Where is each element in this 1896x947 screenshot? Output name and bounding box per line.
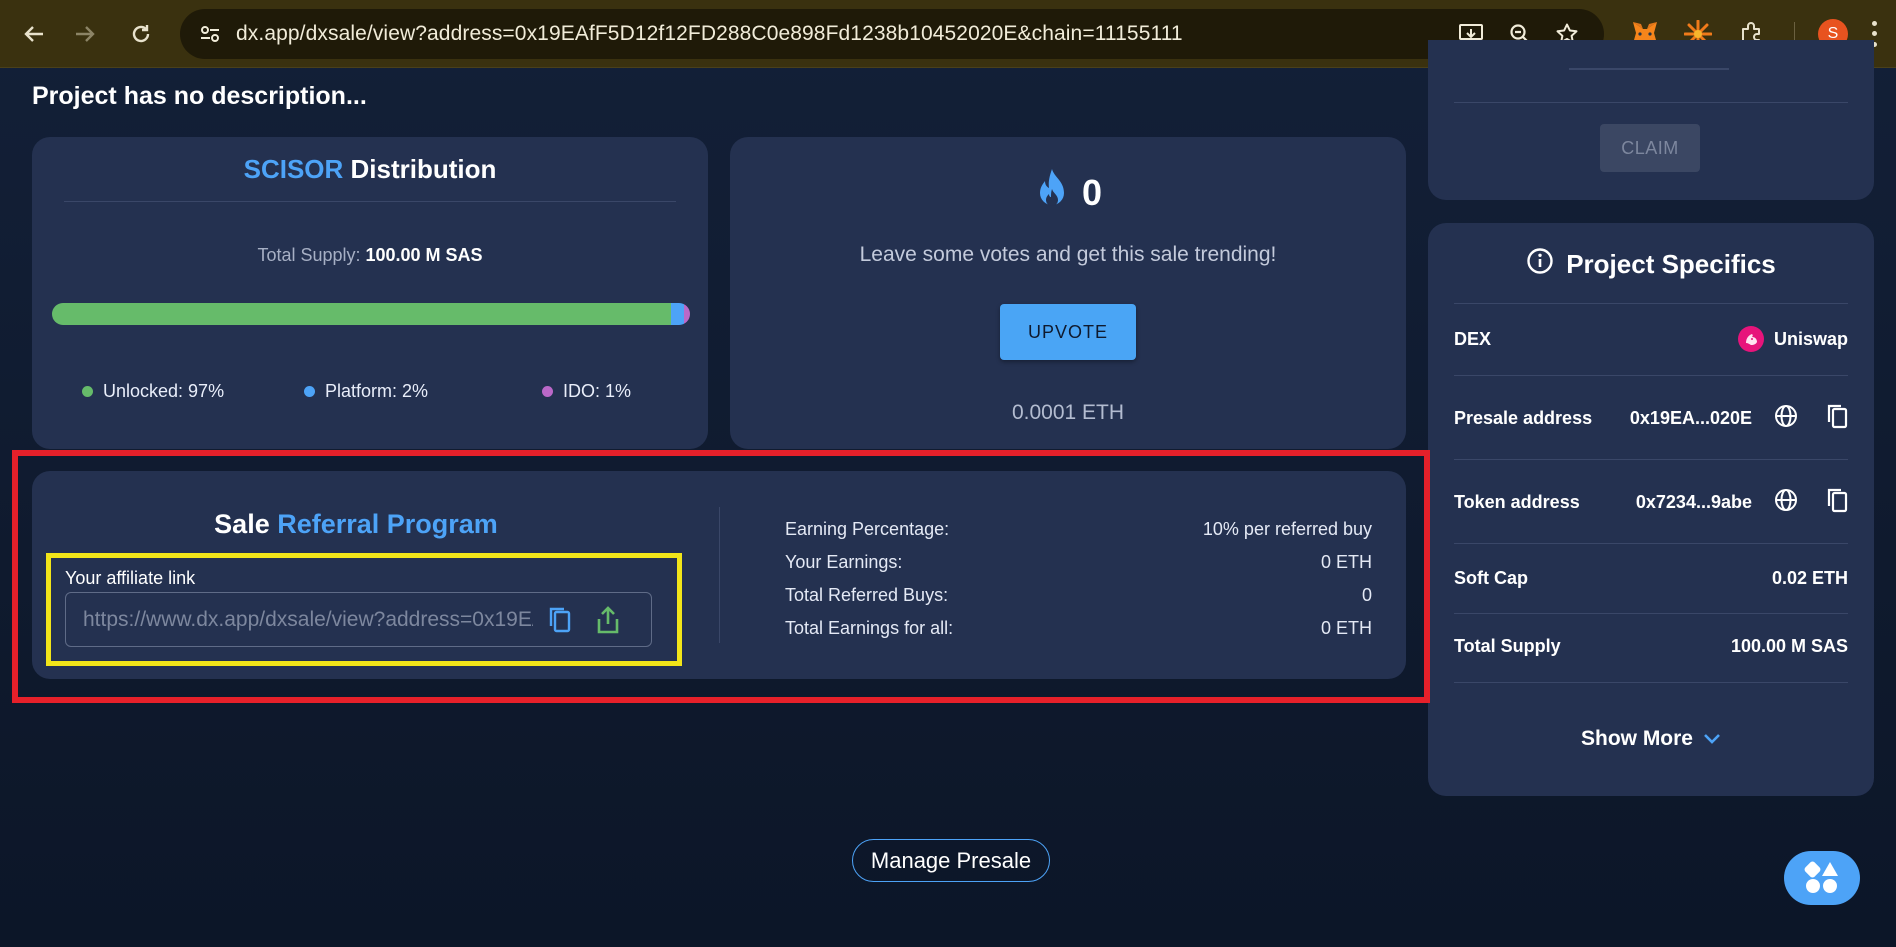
vote-price: 0.0001 ETH — [1011, 401, 1125, 424]
spec-row-token-address: Token address 0x7234...9abe — [1454, 485, 1848, 519]
shapes-icon — [1804, 861, 1838, 893]
spec-divider — [1454, 303, 1848, 304]
distribution-segment-unlocked — [52, 303, 671, 325]
spec-row-soft-cap: Soft Cap 0.02 ETH — [1454, 563, 1848, 593]
spec-divider — [1454, 682, 1848, 683]
spec-divider — [1454, 613, 1848, 614]
legend-ido: IDO: 1% — [542, 381, 631, 402]
forward-arrow-icon[interactable] — [65, 14, 105, 54]
spec-value-text: Uniswap — [1773, 328, 1848, 349]
spec-label: DEX — [1454, 328, 1492, 349]
total-supply: Total Supply: 100.00 M SAS — [32, 245, 708, 266]
spec-value: Uniswap — [1737, 326, 1848, 352]
distribution-segment-ido — [683, 303, 690, 325]
spec-value-text: 0.02 ETH — [1771, 567, 1848, 588]
claim-divider — [1454, 102, 1848, 103]
manage-presale-button[interactable]: Manage Presale — [852, 839, 1050, 882]
spec-row-total-supply: Total Supply 100.00 M SAS — [1454, 631, 1848, 661]
spec-divider — [1454, 375, 1848, 376]
info-icon — [1526, 247, 1554, 282]
legend-label-ido: IDO: 1% — [563, 381, 632, 401]
claim-card: CLAIM — [1428, 40, 1874, 200]
project-specifics-card: Project Specifics DEX Uniswap Presale ad… — [1428, 223, 1874, 796]
chevron-down-icon[interactable] — [1703, 727, 1721, 751]
spec-label: Presale address — [1454, 407, 1593, 428]
distribution-title: SCISOR Distribution — [32, 154, 708, 185]
spec-divider — [1454, 459, 1848, 460]
spec-row-dex: DEX Uniswap — [1454, 324, 1848, 354]
distribution-segment-platform — [670, 303, 684, 325]
project-specifics-title: Project Specifics — [1428, 247, 1874, 282]
spec-row-presale-address: Presale address 0x19EA...020E — [1454, 401, 1848, 435]
globe-icon[interactable] — [1774, 404, 1798, 433]
vote-count-value: 0 — [1081, 171, 1103, 213]
project-specifics-heading: Project Specifics — [1566, 249, 1776, 279]
spec-label: Token address — [1454, 491, 1580, 512]
legend-dot-ido — [542, 386, 553, 397]
url-text[interactable]: dx.app/dxsale/view?address=0x19EAfF5D12f… — [236, 22, 1183, 46]
uniswap-unicorn-icon — [1737, 326, 1764, 352]
highlight-box-yellow — [46, 553, 682, 666]
spec-value-text[interactable]: 0x7234...9abe — [1636, 492, 1752, 513]
total-supply-label: Total Supply: — [257, 245, 366, 265]
spec-label: Soft Cap — [1454, 567, 1528, 588]
distribution-card: SCISOR Distribution Total Supply: 100.00… — [32, 137, 708, 449]
back-arrow-icon[interactable] — [14, 14, 54, 54]
spec-value: 0x7234...9abe — [1636, 487, 1848, 518]
legend-dot-unlocked — [82, 386, 93, 397]
show-more-button[interactable]: Show More — [1428, 727, 1874, 751]
distribution-title-rest: Distribution — [343, 154, 497, 184]
legend-label-unlocked: Unlocked: 97% — [103, 381, 225, 401]
reload-icon[interactable] — [121, 14, 161, 54]
total-supply-value: 100.00 M SAS — [365, 245, 483, 265]
legend-dot-platform — [304, 386, 315, 397]
legend-unlocked: Unlocked: 97% — [82, 381, 224, 402]
legend-label-platform: Platform: 2% — [325, 381, 429, 401]
vote-card: 0 Leave some votes and get this sale tre… — [730, 137, 1406, 449]
copy-icon[interactable] — [1826, 487, 1848, 518]
upvote-button[interactable]: UPVOTE — [1000, 304, 1136, 360]
project-description: Project has no description... — [32, 82, 367, 110]
claim-button[interactable]: CLAIM — [1600, 124, 1700, 172]
spec-value-text[interactable]: 0x19EA...020E — [1630, 408, 1752, 429]
address-bar[interactable]: dx.app/dxsale/view?address=0x19EAfF5D12f… — [180, 9, 1604, 59]
copy-icon[interactable] — [1826, 403, 1848, 434]
spec-value: 0x19EA...020E — [1630, 403, 1848, 434]
fire-icon — [1034, 167, 1070, 218]
vote-message: Leave some votes and get this sale trend… — [859, 243, 1277, 266]
show-more-label[interactable]: Show More — [1581, 727, 1693, 751]
spec-label: Total Supply — [1454, 635, 1561, 656]
token-name: SCISOR — [243, 154, 344, 184]
vote-count: 0 — [730, 167, 1406, 218]
legend-platform: Platform: 2% — [304, 381, 428, 402]
spec-divider — [1454, 543, 1848, 544]
floating-shapes-button[interactable] — [1784, 851, 1860, 905]
globe-icon[interactable] — [1774, 488, 1798, 517]
distribution-divider — [64, 201, 676, 202]
distribution-bar — [52, 303, 690, 325]
claim-input-underline — [1569, 68, 1729, 70]
site-settings-icon[interactable] — [194, 18, 226, 50]
spec-value-text: 100.00 M SAS — [1730, 635, 1848, 656]
